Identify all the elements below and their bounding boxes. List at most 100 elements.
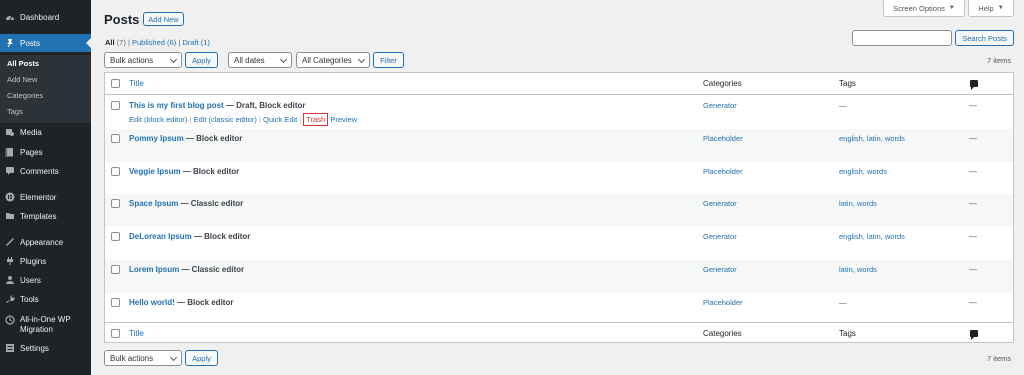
post-title-link[interactable]: Hello world! [129, 298, 175, 307]
filter-button[interactable]: Filter [373, 52, 404, 68]
category-link[interactable]: Generator [703, 199, 737, 208]
category-link[interactable]: Placeholder [703, 167, 743, 176]
media-icon [6, 129, 14, 136]
trash-link[interactable]: Trash [303, 113, 329, 126]
edit-block-editor-link[interactable]: Edit (block editor) [129, 115, 187, 124]
menu-posts[interactable]: Posts [0, 34, 91, 52]
tags-value: latin, words [839, 265, 877, 274]
categories-select[interactable]: All Categories [296, 52, 370, 68]
category-link[interactable]: Generator [703, 265, 737, 274]
menu-media[interactable]: Media [0, 123, 91, 141]
menu-users[interactable]: Users [0, 271, 91, 289]
pushpin-icon [7, 39, 13, 48]
menu-settings-label: Settings [20, 343, 49, 353]
post-state: — Classic editor [178, 199, 244, 209]
screen-options-button[interactable]: Screen Options ▼ [883, 0, 965, 17]
tags-cell[interactable]: latin, words [839, 265, 877, 274]
tags-value: english, latin, words [839, 133, 905, 143]
submenu-categories[interactable]: Categories [7, 91, 43, 100]
separator: | [258, 115, 261, 124]
tags-cell[interactable]: latin, words [839, 199, 877, 208]
view-draft[interactable]: Draft (1) [182, 38, 210, 47]
menu-pages[interactable]: Pages [0, 143, 91, 161]
post-title-cell: Pommy Ipsum — Block editor [129, 134, 242, 143]
submenu-all-posts[interactable]: All Posts [7, 59, 39, 68]
settings-icon [6, 344, 14, 352]
comment-bubble-icon[interactable] [970, 330, 978, 340]
add-new-button[interactable]: Add New [143, 12, 184, 26]
category-link[interactable]: Placeholder [703, 298, 743, 307]
row-checkbox[interactable] [111, 297, 120, 307]
menu-settings[interactable]: Settings [0, 339, 91, 357]
post-title-link[interactable]: Lorem Ipsum [129, 265, 179, 274]
table-row: DeLorean Ipsum — Block editor Generator en… [105, 227, 1013, 260]
select-all-checkbox[interactable] [111, 79, 120, 88]
quick-edit-link[interactable]: Quick Edit [263, 115, 297, 124]
view-published-count: (6) [167, 38, 177, 47]
tags-cell[interactable]: english, words [839, 167, 887, 176]
apply-button[interactable]: Apply [185, 52, 218, 68]
row-checkbox[interactable] [111, 199, 120, 209]
menu-migration-line1: All-in-One WP [20, 315, 71, 324]
menu-tools[interactable]: Tools [0, 290, 91, 308]
menu-migration[interactable]: All-in-One WP Migration [0, 313, 91, 337]
view-published[interactable]: Published (6) [132, 38, 176, 47]
menu-posts-label: Posts [20, 38, 41, 48]
menu-templates-label: Templates [20, 211, 57, 221]
apply-button-bottom[interactable]: Apply [185, 350, 218, 366]
post-title-cell: Veggie Ipsum — Block editor [129, 167, 239, 176]
table-row: This is my first blog post — Draft, Bloc… [105, 96, 1013, 129]
post-title-link[interactable]: Space Ipsum [129, 199, 178, 208]
bulk-actions-select[interactable]: Bulk actions [104, 52, 182, 68]
preview-link[interactable]: Preview [330, 115, 357, 124]
chevron-down-icon [169, 353, 178, 362]
screen-options-label: Screen Options [893, 3, 945, 13]
tags-value: english, words [839, 166, 887, 176]
submenu-add-new[interactable]: Add New [7, 75, 37, 84]
menu-appearance[interactable]: Appearance [0, 233, 91, 251]
category-link[interactable]: Placeholder [703, 134, 743, 143]
chevron-down-icon [169, 55, 178, 64]
table-row: Pommy Ipsum — Block editor Placeholder eng… [105, 128, 1013, 162]
search-posts-button[interactable]: Search Posts [955, 30, 1014, 46]
row-checkbox[interactable] [111, 232, 120, 242]
menu-templates[interactable]: Templates [0, 207, 91, 225]
tags-cell[interactable]: english, latin, words [839, 232, 905, 241]
comments-count: — [969, 199, 977, 209]
row-checkbox[interactable] [111, 101, 120, 110]
post-state: — Block editor [183, 133, 243, 143]
column-title-footer[interactable]: Title [129, 329, 144, 338]
row-checkbox[interactable] [111, 265, 120, 274]
menu-elementor[interactable]: Elementor [0, 188, 91, 206]
menu-comments[interactable]: Comments [0, 162, 91, 180]
submenu-tags[interactable]: Tags [7, 107, 23, 116]
bulk-actions-select-bottom[interactable]: Bulk actions [104, 350, 182, 366]
post-title-link[interactable]: Pommy Ipsum [129, 134, 184, 143]
post-title-link[interactable]: Veggie Ipsum [129, 167, 181, 176]
menu-elementor-label: Elementor [20, 192, 57, 202]
post-title-link[interactable]: This is my first blog post [129, 101, 224, 110]
menu-plugins[interactable]: Plugins [0, 252, 91, 270]
edit-classic-editor-link[interactable]: Edit (classic editor) [194, 115, 257, 124]
row-checkbox[interactable] [111, 166, 120, 176]
row-checkbox[interactable] [111, 133, 120, 143]
menu-appearance-label: Appearance [20, 237, 64, 247]
search-input[interactable] [852, 30, 952, 46]
dates-select[interactable]: All dates [228, 52, 292, 68]
view-all[interactable]: All [105, 38, 115, 47]
separator: | [127, 38, 130, 47]
category-link[interactable]: Generator [703, 101, 737, 110]
table-footer: Title Categories Tags [105, 322, 1013, 344]
comment-bubble-icon[interactable] [970, 80, 978, 90]
help-button[interactable]: Help ▼ [968, 0, 1014, 17]
column-title-header[interactable]: Title [129, 79, 144, 88]
select-all-checkbox[interactable] [111, 329, 120, 338]
menu-dashboard[interactable]: Dashboard [0, 8, 91, 26]
separator: | [189, 115, 192, 124]
view-all-count: (7) [116, 38, 126, 47]
separator: | [299, 115, 302, 124]
category-link[interactable]: Generator [703, 232, 737, 241]
items-count: 7 items [987, 56, 1012, 65]
post-title-link[interactable]: DeLorean Ipsum [129, 232, 192, 241]
tags-cell[interactable]: english, latin, words [839, 134, 905, 143]
